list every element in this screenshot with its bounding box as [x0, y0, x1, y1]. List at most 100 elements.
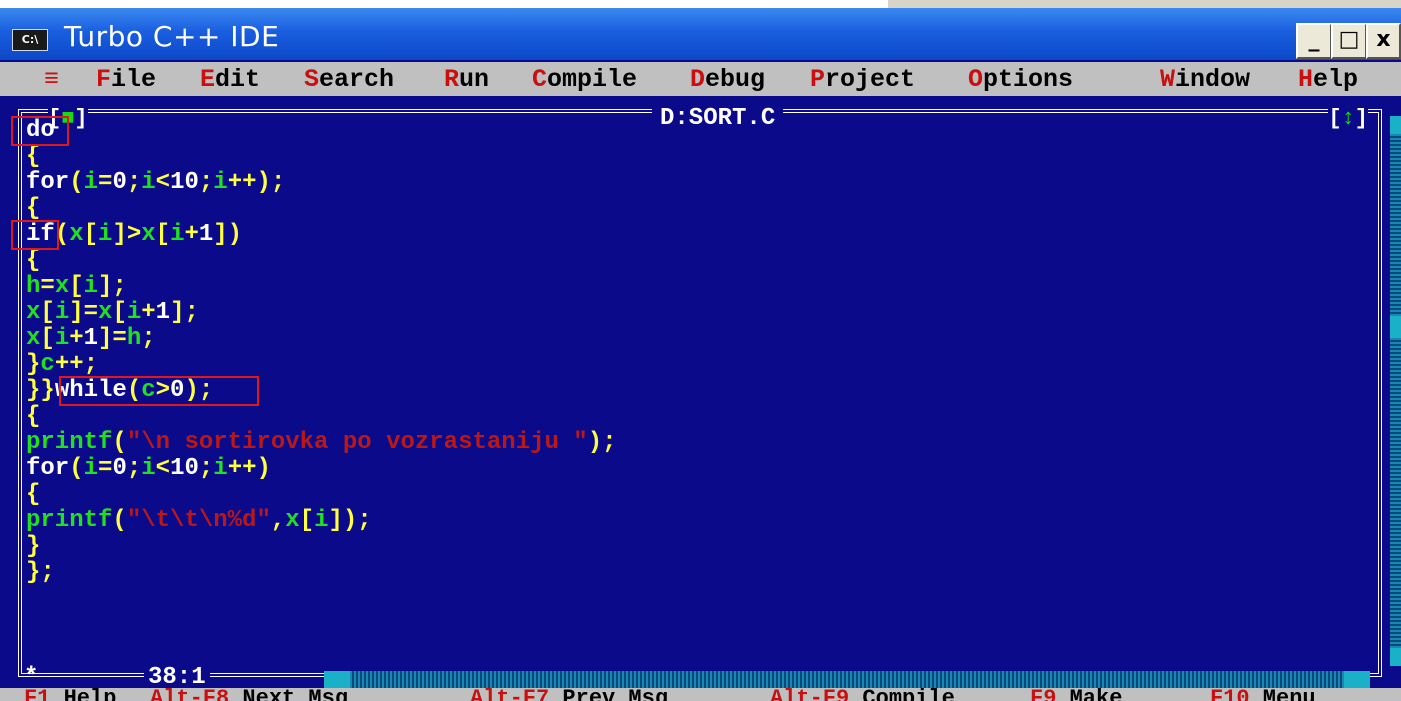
window-zoom-box[interactable]: [↕] [1328, 107, 1368, 131]
code-token: 0 [112, 455, 127, 482]
menu-label: un [459, 65, 490, 94]
code-line: { [26, 144, 617, 170]
code-token: }} [26, 377, 55, 404]
code-token: printf [26, 429, 113, 456]
code-token: x [26, 325, 41, 352]
console-icon[interactable]: C:\ [12, 29, 48, 51]
minimize-button[interactable]: _ [1296, 23, 1332, 59]
code-token: [ [40, 325, 55, 352]
code-token: x [98, 299, 113, 326]
code-token: i [83, 455, 99, 482]
code-token: [ [112, 299, 127, 326]
function-key-hint[interactable]: F9 Make [1030, 688, 1122, 701]
code-token: "\t\t\n%d" [126, 507, 271, 534]
menu-item[interactable]: Options [968, 65, 1073, 94]
code-token: [ [40, 299, 55, 326]
function-key-label: Help [50, 688, 117, 701]
highlight-while [59, 376, 259, 406]
menu-label: dit [215, 65, 261, 94]
code-token: ; [141, 325, 156, 352]
code-line: x[i]=x[i+1]; [26, 300, 617, 326]
code-token: < [155, 169, 171, 196]
scroll-up-arrow-icon[interactable] [1390, 116, 1401, 134]
menu-hotkey: D [690, 65, 706, 94]
code-token: printf [26, 507, 113, 534]
code-token: h [26, 273, 41, 300]
menu-label: ile [111, 65, 157, 94]
menu-item[interactable]: File [96, 65, 156, 94]
code-token: 1 [155, 299, 171, 326]
code-token: i [98, 221, 113, 248]
menu-item[interactable]: Project [810, 65, 915, 94]
function-key-hint[interactable]: Alt-F8 Next Msg [150, 688, 348, 701]
highlight-do [11, 116, 69, 146]
function-key-hint[interactable]: Alt-F9 Compile [770, 688, 955, 701]
menu-item[interactable]: Run [444, 65, 489, 94]
code-token: x [141, 221, 156, 248]
code-area[interactable]: do{for(i=0;i<10;i++);{if(x[i]>x[i+1]){h=… [26, 118, 617, 586]
menu-hotkey: P [810, 65, 826, 94]
zoom-bracket-left: [ [1328, 106, 1342, 131]
code-token: ( [69, 169, 84, 196]
code-token: c [40, 351, 55, 378]
menu-item[interactable]: Help [1298, 65, 1358, 94]
code-line: for(i=0;i<10;i++) [26, 456, 617, 482]
code-line: }c++; [26, 352, 617, 378]
function-key-label: Prev Msg [549, 688, 669, 701]
code-token: ]); [328, 507, 372, 534]
scroll-down-arrow-icon[interactable] [1390, 648, 1401, 666]
highlight-if [11, 220, 59, 250]
function-key: F1 [24, 688, 51, 701]
code-line: }; [26, 560, 617, 586]
code-token: [ [299, 507, 315, 534]
code-token: , [270, 507, 286, 534]
code-token: for [26, 455, 70, 482]
menu-label: earch [319, 65, 395, 94]
menu-hotkey: W [1160, 65, 1176, 94]
menu-hotkey: S [304, 65, 320, 94]
code-token: ( [112, 507, 127, 534]
code-token: = [40, 273, 55, 300]
code-token: ]= [69, 299, 99, 326]
code-token: i [170, 221, 185, 248]
code-line: { [26, 196, 617, 222]
menu-hotkey: E [200, 65, 216, 94]
code-token: ); [587, 429, 617, 456]
vertical-scrollbar[interactable] [1390, 116, 1401, 666]
maximize-button[interactable]: □ [1331, 23, 1367, 59]
function-key-label: Make [1056, 688, 1123, 701]
code-token: + [69, 325, 84, 352]
menu-item[interactable]: Debug [690, 65, 765, 94]
code-token: ++; [54, 351, 99, 378]
code-token: h [126, 325, 142, 352]
menu-item[interactable]: Compile [532, 65, 637, 94]
code-line: for(i=0;i<10;i++); [26, 170, 617, 196]
function-key-hint[interactable]: F10 Menu [1210, 688, 1316, 701]
code-token: { [26, 403, 41, 430]
code-token: x [69, 221, 84, 248]
menu-item[interactable]: ≡ [44, 65, 59, 94]
function-key: F10 [1210, 688, 1250, 701]
code-token: i [213, 455, 228, 482]
code-token: { [26, 481, 41, 508]
vertical-scroll-thumb[interactable] [1390, 316, 1401, 338]
code-token: } [26, 533, 41, 560]
code-token: }; [26, 559, 55, 586]
zoom-bracket-right: ] [1354, 106, 1368, 131]
menu-item[interactable]: Window [1160, 65, 1250, 94]
file-name: D:SORT.C [652, 107, 784, 131]
code-line: { [26, 404, 617, 430]
code-token: x [54, 273, 70, 300]
menu-item[interactable]: Edit [200, 65, 260, 94]
code-token: 10 [170, 455, 199, 482]
close-button[interactable]: x [1366, 23, 1401, 59]
code-token: ; [198, 455, 214, 482]
code-token: i [83, 273, 99, 300]
menu-item[interactable]: Search [304, 65, 394, 94]
menu-hotkey: ≡ [44, 65, 60, 94]
code-token: ]) [213, 221, 243, 248]
function-key-hint[interactable]: F1 Help [24, 688, 116, 701]
function-key-hint[interactable]: Alt-F7 Prev Msg [470, 688, 668, 701]
code-token: ]; [98, 273, 127, 300]
code-token: i [54, 325, 70, 352]
